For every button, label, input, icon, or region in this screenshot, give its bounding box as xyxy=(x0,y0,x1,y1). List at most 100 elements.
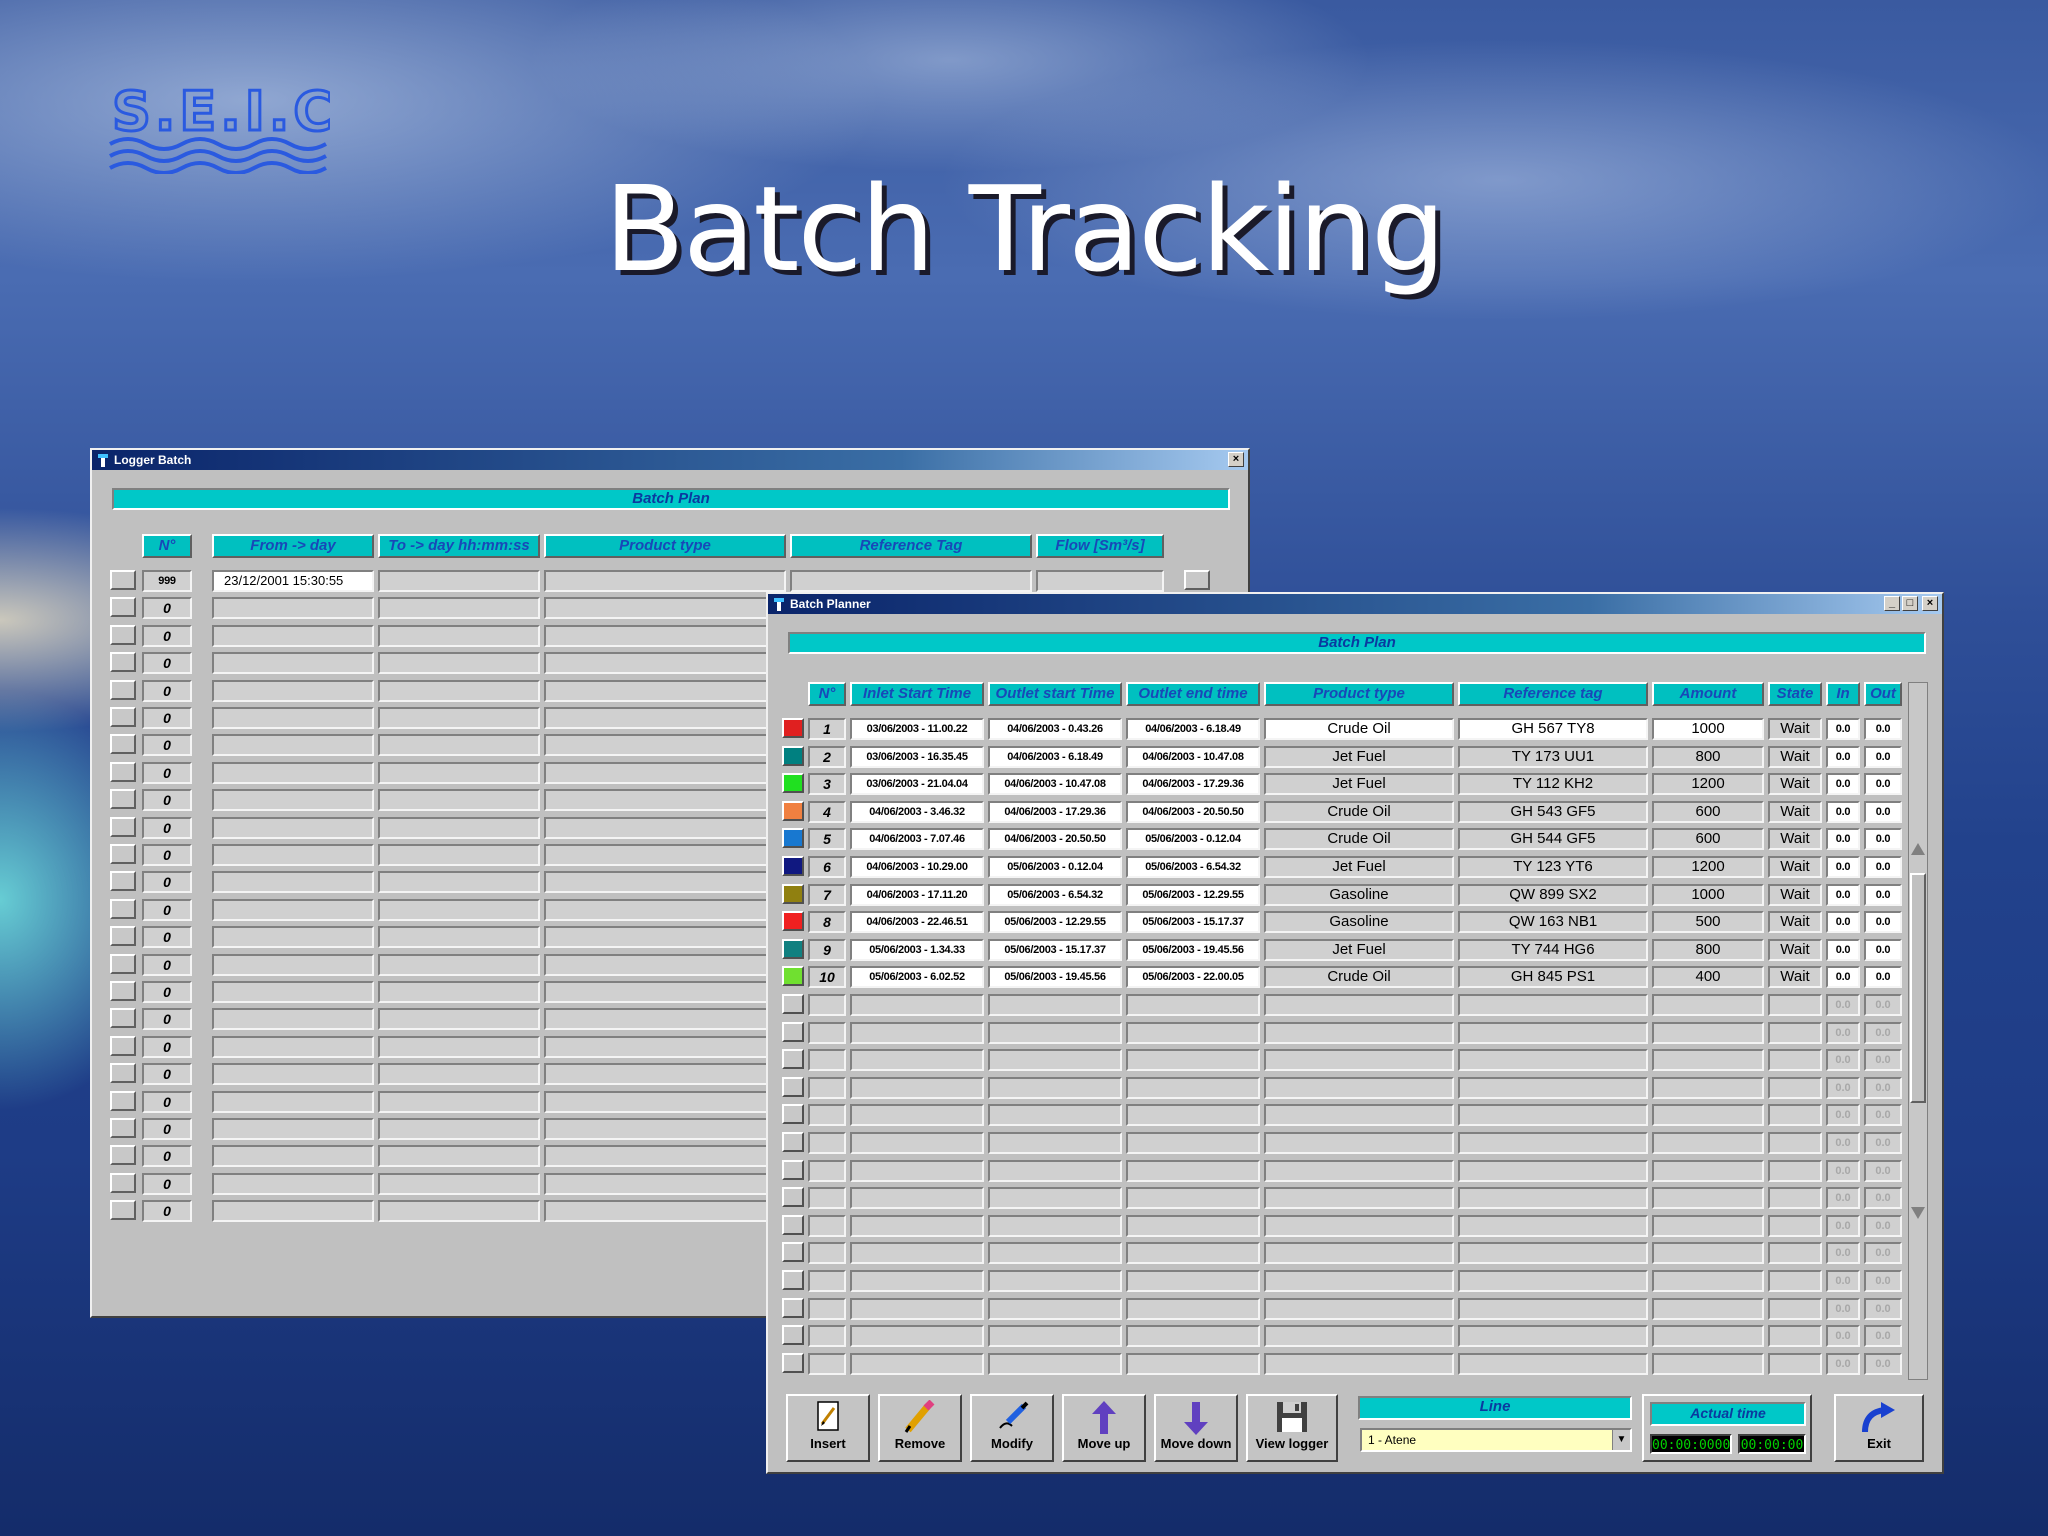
batch-color-swatch[interactable] xyxy=(782,1104,804,1125)
minimize-icon[interactable]: _ xyxy=(1884,596,1900,611)
chevron-down-icon[interactable]: ▼ xyxy=(1612,1430,1630,1450)
toolbar-button-label: Move down xyxy=(1160,1436,1232,1451)
insert-button[interactable]: Insert xyxy=(786,1394,870,1462)
planner-cell-out-end xyxy=(1126,1076,1260,1099)
planner-cell-in: 0.0 xyxy=(1826,718,1860,740)
logger-row-product xyxy=(544,844,786,866)
line-select[interactable]: 1 - Atene ▼ xyxy=(1360,1428,1632,1452)
logger-row-select-button[interactable] xyxy=(110,981,136,1001)
planner-cell-product xyxy=(1264,1132,1454,1154)
planner-cell-tag: TY 744 HG6 xyxy=(1458,938,1648,961)
batch-color-swatch[interactable] xyxy=(782,1214,804,1235)
logger-row-select-button[interactable] xyxy=(110,953,136,974)
logger-row-select-button[interactable] xyxy=(110,898,136,919)
batch-color-swatch[interactable] xyxy=(782,1297,804,1318)
batch-color-swatch[interactable] xyxy=(782,1021,804,1042)
planner-cell-product: Crude Oil xyxy=(1264,966,1454,989)
batch-color-swatch[interactable] xyxy=(782,718,804,738)
logger-row-select-button[interactable] xyxy=(110,1200,136,1221)
logger-row-to xyxy=(378,926,540,949)
logger-row-select-button[interactable] xyxy=(110,1063,136,1084)
batch-color-swatch[interactable] xyxy=(782,856,804,876)
scroll-down-icon[interactable] xyxy=(1911,1207,1925,1219)
move-up-button[interactable]: Move up xyxy=(1062,1394,1146,1462)
batch-color-swatch[interactable] xyxy=(782,966,804,987)
remove-icon xyxy=(880,1396,960,1436)
planner-cell-product: Gasoline xyxy=(1264,883,1454,906)
batch-color-swatch[interactable] xyxy=(782,1076,804,1097)
logger-row-select-button[interactable] xyxy=(110,816,136,837)
batch-color-swatch[interactable] xyxy=(782,745,804,766)
exit-button[interactable]: Exit xyxy=(1834,1394,1924,1462)
batch-color-swatch[interactable] xyxy=(782,1242,804,1263)
scroll-up-icon[interactable] xyxy=(1911,843,1925,855)
planner-cell-product: Jet Fuel xyxy=(1264,856,1454,878)
logger-row-select-button[interactable] xyxy=(110,707,136,727)
logger-row-from xyxy=(212,789,374,812)
batch-color-swatch[interactable] xyxy=(782,1159,804,1180)
planner-title: Batch Planner xyxy=(790,597,871,611)
planner-cell-state: Wait xyxy=(1768,718,1822,740)
planner-cell-n xyxy=(808,1159,846,1182)
planner-cell-in: 0.0 xyxy=(1826,856,1860,878)
modify-button[interactable]: Modify xyxy=(970,1394,1054,1462)
batch-color-swatch[interactable] xyxy=(782,1352,804,1373)
logger-row-select-button[interactable] xyxy=(110,679,136,700)
logger-row-select-button[interactable] xyxy=(110,871,136,892)
view-logger-button[interactable]: View logger xyxy=(1246,1394,1338,1462)
logger-row-to xyxy=(378,652,540,675)
close-icon[interactable]: × xyxy=(1228,452,1244,467)
planner-cell-out-end xyxy=(1126,1187,1260,1210)
actual-time-display-2: 00:00:00 xyxy=(1738,1434,1806,1454)
planner-cell-n xyxy=(808,1049,846,1072)
batch-color-swatch[interactable] xyxy=(782,994,804,1014)
batch-color-swatch[interactable] xyxy=(782,883,804,904)
scroll-thumb[interactable] xyxy=(1910,873,1926,1103)
batch-color-swatch[interactable] xyxy=(782,1187,804,1208)
logger-row-to xyxy=(378,1035,540,1058)
close-icon[interactable]: × xyxy=(1922,596,1938,611)
planner-cell-tag xyxy=(1458,1076,1648,1099)
logger-row-select-button[interactable] xyxy=(110,1035,136,1056)
logger-row-select-button[interactable] xyxy=(110,624,136,645)
logger-row-select-button[interactable] xyxy=(110,570,136,590)
planner-cell-n xyxy=(808,1325,846,1348)
planner-scrollbar[interactable] xyxy=(1908,682,1928,1380)
batch-color-swatch[interactable] xyxy=(782,1270,804,1290)
logger-row-select-button[interactable] xyxy=(110,1008,136,1029)
planner-cell-out-start xyxy=(988,1270,1122,1292)
batch-color-swatch[interactable] xyxy=(782,911,804,932)
logger-row-select-button[interactable] xyxy=(110,1118,136,1138)
logger-side-button[interactable] xyxy=(1184,570,1210,590)
logger-row-to xyxy=(378,789,540,812)
planner-cell-out: 0.0 xyxy=(1864,1132,1902,1154)
planner-column-header: In xyxy=(1826,682,1860,706)
logger-row-select-button[interactable] xyxy=(110,1145,136,1166)
logger-row-select-button[interactable] xyxy=(110,734,136,755)
logger-row-select-button[interactable] xyxy=(110,597,136,618)
batch-color-swatch[interactable] xyxy=(782,938,804,959)
batch-color-swatch[interactable] xyxy=(782,828,804,849)
batch-color-swatch[interactable] xyxy=(782,800,804,821)
logger-row-select-button[interactable] xyxy=(110,789,136,810)
batch-color-swatch[interactable] xyxy=(782,1325,804,1346)
logger-row-select-button[interactable] xyxy=(110,926,136,947)
batch-color-swatch[interactable] xyxy=(782,1049,804,1070)
logger-row-select-button[interactable] xyxy=(110,844,136,864)
move-down-button[interactable]: Move down xyxy=(1154,1394,1238,1462)
batch-color-swatch[interactable] xyxy=(782,773,804,794)
logger-row-from xyxy=(212,981,374,1003)
logger-column-header: From -> day xyxy=(212,534,374,558)
maximize-icon[interactable]: □ xyxy=(1902,596,1918,611)
logger-row-from xyxy=(212,1063,374,1086)
batch-color-swatch[interactable] xyxy=(782,1132,804,1152)
logger-row-select-button[interactable] xyxy=(110,1090,136,1111)
logger-row-number: 0 xyxy=(142,624,192,647)
planner-cell-tag: GH 544 GF5 xyxy=(1458,828,1648,851)
logger-row-select-button[interactable] xyxy=(110,652,136,673)
remove-button[interactable]: Remove xyxy=(878,1394,962,1462)
planner-cell-inlet xyxy=(850,994,984,1016)
logger-row-select-button[interactable] xyxy=(110,761,136,782)
logger-row-select-button[interactable] xyxy=(110,1172,136,1193)
planner-cell-state xyxy=(1768,1297,1822,1320)
